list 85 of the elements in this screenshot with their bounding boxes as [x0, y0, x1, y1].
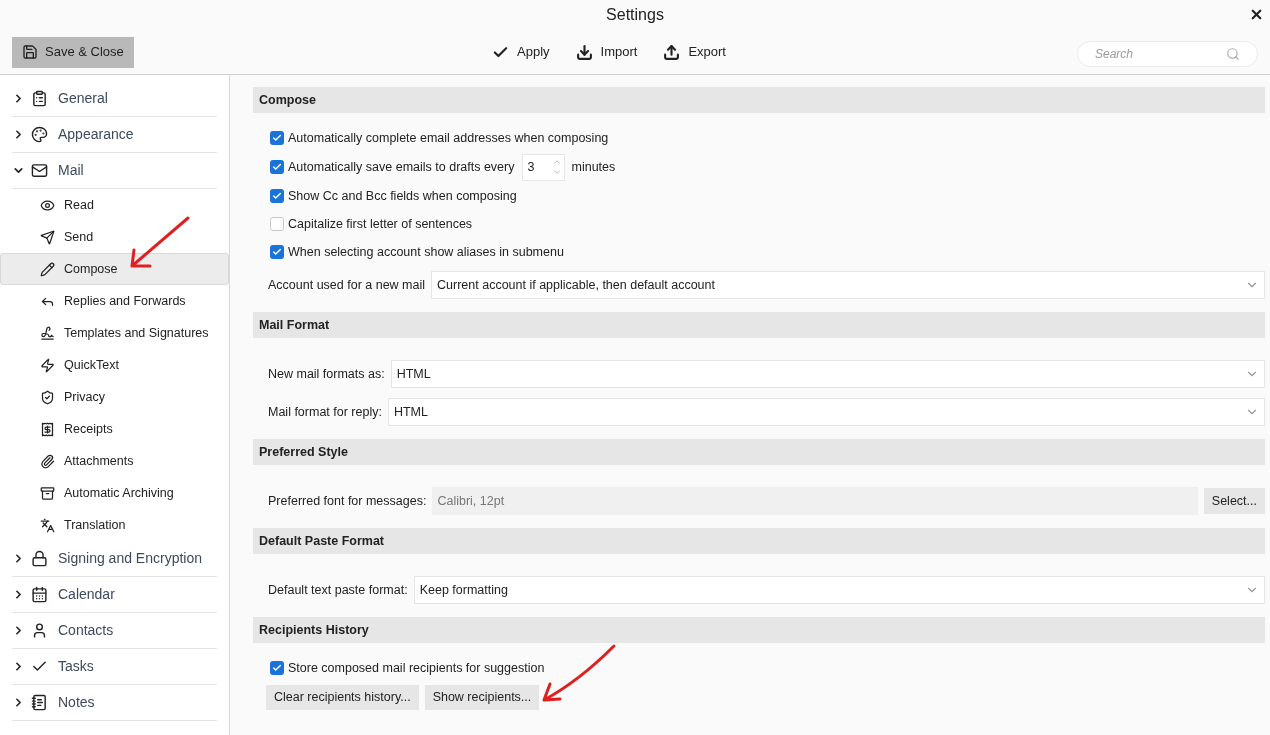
item-icon [31, 694, 48, 711]
check-icon [272, 133, 282, 143]
dropdown-field[interactable]: HTML [390, 360, 1265, 388]
item-icon [40, 325, 55, 341]
check-icon [272, 191, 282, 201]
toolbar-button[interactable]: Apply [492, 39, 550, 65]
sidebar-item[interactable]: Tasks [12, 649, 217, 685]
field-label: Preferred font for messages: [268, 492, 427, 510]
dropdown-field[interactable]: Current account if applicable, then default account [431, 271, 1265, 299]
item-icon [31, 90, 48, 107]
sidebar-item[interactable]: Appearance [12, 117, 217, 153]
search-icon [1226, 47, 1240, 61]
checkbox[interactable] [270, 661, 284, 675]
item-icon [31, 550, 48, 567]
check-icon [272, 247, 282, 257]
sidebar-subitem[interactable]: Compose [0, 253, 229, 285]
sidebar-item[interactable]: Contacts [12, 613, 217, 649]
item-icon [31, 586, 48, 603]
checkbox-label: Automatically complete email addresses when composing [288, 129, 609, 147]
section-header: Preferred Style [253, 439, 1265, 465]
sidebar-subitem[interactable]: Automatic Archiving [0, 477, 229, 509]
upload-icon [663, 43, 681, 61]
save-close-button[interactable]: Save & Close [12, 36, 134, 68]
field-label: Default text paste format: [268, 581, 408, 599]
field-label: New mail formats as: [268, 365, 385, 383]
chevron-up-icon [552, 157, 563, 167]
toolbar-button[interactable]: Import [575, 39, 638, 65]
checkbox[interactable] [270, 131, 284, 145]
item-icon [40, 357, 55, 373]
checkbox-label: When selecting account show aliases in submenu [288, 243, 564, 261]
item-icon [31, 162, 48, 179]
unit-label: minutes [571, 158, 616, 176]
check-icon [272, 162, 282, 172]
item-icon [40, 453, 55, 469]
item-icon [40, 261, 55, 277]
chevron-down-icon [552, 167, 563, 177]
checkbox-label: Automatically save emails to drafts every [288, 158, 515, 176]
checkbox[interactable] [270, 189, 284, 203]
item-icon [40, 229, 55, 245]
field-label: Mail format for reply: [268, 403, 382, 421]
checkbox-label: Capitalize first letter of sentences [288, 215, 473, 233]
item-icon [40, 389, 55, 405]
sidebar-item[interactable]: General [12, 81, 217, 117]
dropdown-field[interactable]: Keep formatting [413, 576, 1265, 604]
sidebar-subitem[interactable]: Templates and Signatures [0, 317, 229, 349]
item-icon [40, 485, 55, 501]
section-header: Default Paste Format [253, 528, 1265, 554]
section-header: Compose [253, 87, 1265, 113]
sidebar-subitem[interactable]: QuickText [0, 349, 229, 381]
window-title: Settings [606, 5, 664, 25]
item-icon [40, 517, 55, 533]
checkbox[interactable] [270, 160, 284, 174]
field-label: Account used for a new mail [268, 276, 426, 294]
sidebar-subitem[interactable]: Privacy [0, 381, 229, 413]
checkbox[interactable] [270, 217, 284, 231]
sidebar-item[interactable]: Signing and Encryption [12, 541, 217, 577]
close-icon[interactable] [1249, 7, 1264, 22]
search-field[interactable]: Search [1077, 41, 1258, 67]
dropdown-field[interactable]: HTML [387, 398, 1265, 426]
sidebar-subitem[interactable]: Attachments [0, 445, 229, 477]
sidebar-item[interactable]: Notes [12, 685, 217, 721]
item-icon [40, 421, 55, 437]
sidebar-subitem[interactable]: Translation [0, 509, 229, 541]
item-icon [31, 622, 48, 639]
item-icon [31, 126, 48, 143]
sidebar-subitem[interactable]: Receipts [0, 413, 229, 445]
sidebar-subitem[interactable]: Send [0, 221, 229, 253]
font-field[interactable]: Calibri, 12pt [432, 487, 1198, 515]
action-button[interactable]: Show recipients... [424, 684, 540, 710]
download-icon [575, 43, 593, 61]
section-header: Mail Format [253, 312, 1265, 338]
item-icon [40, 197, 55, 213]
sidebar-subitem[interactable]: Replies and Forwards [0, 285, 229, 317]
check-icon [272, 663, 282, 673]
section-header: Recipients History [253, 617, 1265, 643]
checkbox-label: Store composed mail recipients for suggestion [288, 659, 545, 677]
toolbar-button[interactable]: Export [663, 39, 726, 65]
sidebar-item[interactable]: Calendar [12, 577, 217, 613]
sidebar-item[interactable]: Mail [12, 153, 217, 189]
number-spinner[interactable]: 3 [522, 153, 566, 181]
sidebar-subitem[interactable]: Read [0, 189, 229, 221]
select-button[interactable]: Select... [1203, 488, 1265, 514]
checkbox[interactable] [270, 245, 284, 259]
action-button[interactable]: Clear recipients history... [266, 684, 419, 710]
checkbox-label: Show Cc and Bcc fields when composing [288, 187, 517, 205]
